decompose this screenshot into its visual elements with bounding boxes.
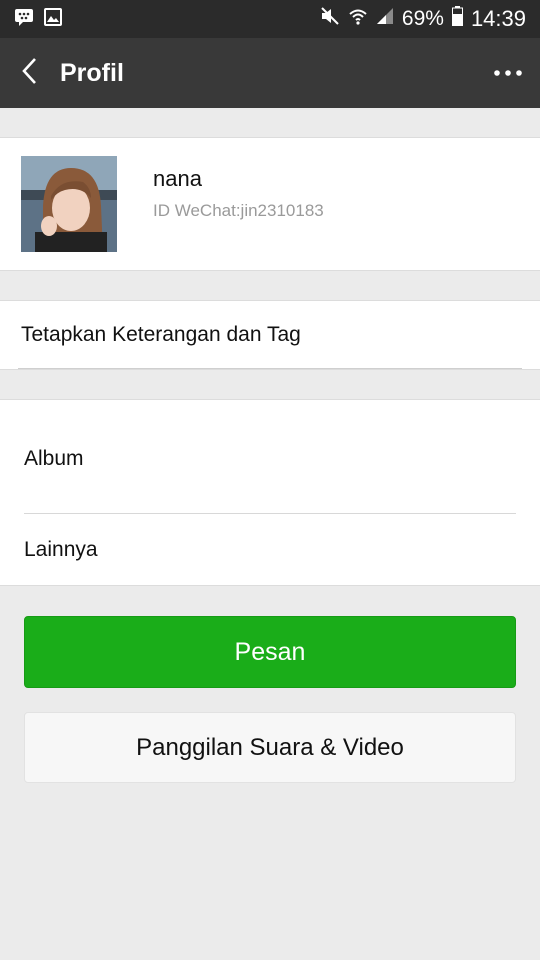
profile-card: nana ID WeChat:jin2310183 [0,137,540,271]
back-arrow-icon [20,56,38,91]
more-dots-icon [493,64,523,82]
status-bar: 69% 14:39 [0,0,540,38]
status-notifications [14,7,62,31]
wechat-id: ID WeChat:jin2310183 [153,201,324,220]
battery-percent: 69% [401,7,444,30]
status-system: 69% 14:39 [320,6,526,32]
list-item-more[interactable]: Lainnya [0,514,540,586]
remark-tag-label: Tetapkan Keterangan dan Tag [21,323,301,346]
clock: 14:39 [470,6,526,31]
divider [18,368,522,369]
title-bar: Profil [0,38,540,108]
voice-video-call-button[interactable]: Panggilan Suara & Video [24,712,516,783]
battery-icon [451,6,463,32]
signal-icon [376,7,394,31]
message-button[interactable]: Pesan [24,616,516,688]
more-button[interactable] [476,38,540,108]
album-label: Album [24,447,84,470]
back-button[interactable] [0,38,58,108]
list-item-album[interactable]: Album [0,400,540,492]
profile-name: nana [153,166,202,191]
remark-tag-row[interactable]: Tetapkan Keterangan dan Tag [0,300,540,370]
bbm-icon [14,8,34,31]
page-title: Profil [60,58,124,87]
avatar[interactable] [21,156,117,252]
menu-card: Album Lainnya [0,399,540,586]
more-label: Lainnya [24,538,98,561]
mute-icon [320,6,340,32]
wifi-icon [348,6,368,32]
gallery-icon [44,7,62,31]
